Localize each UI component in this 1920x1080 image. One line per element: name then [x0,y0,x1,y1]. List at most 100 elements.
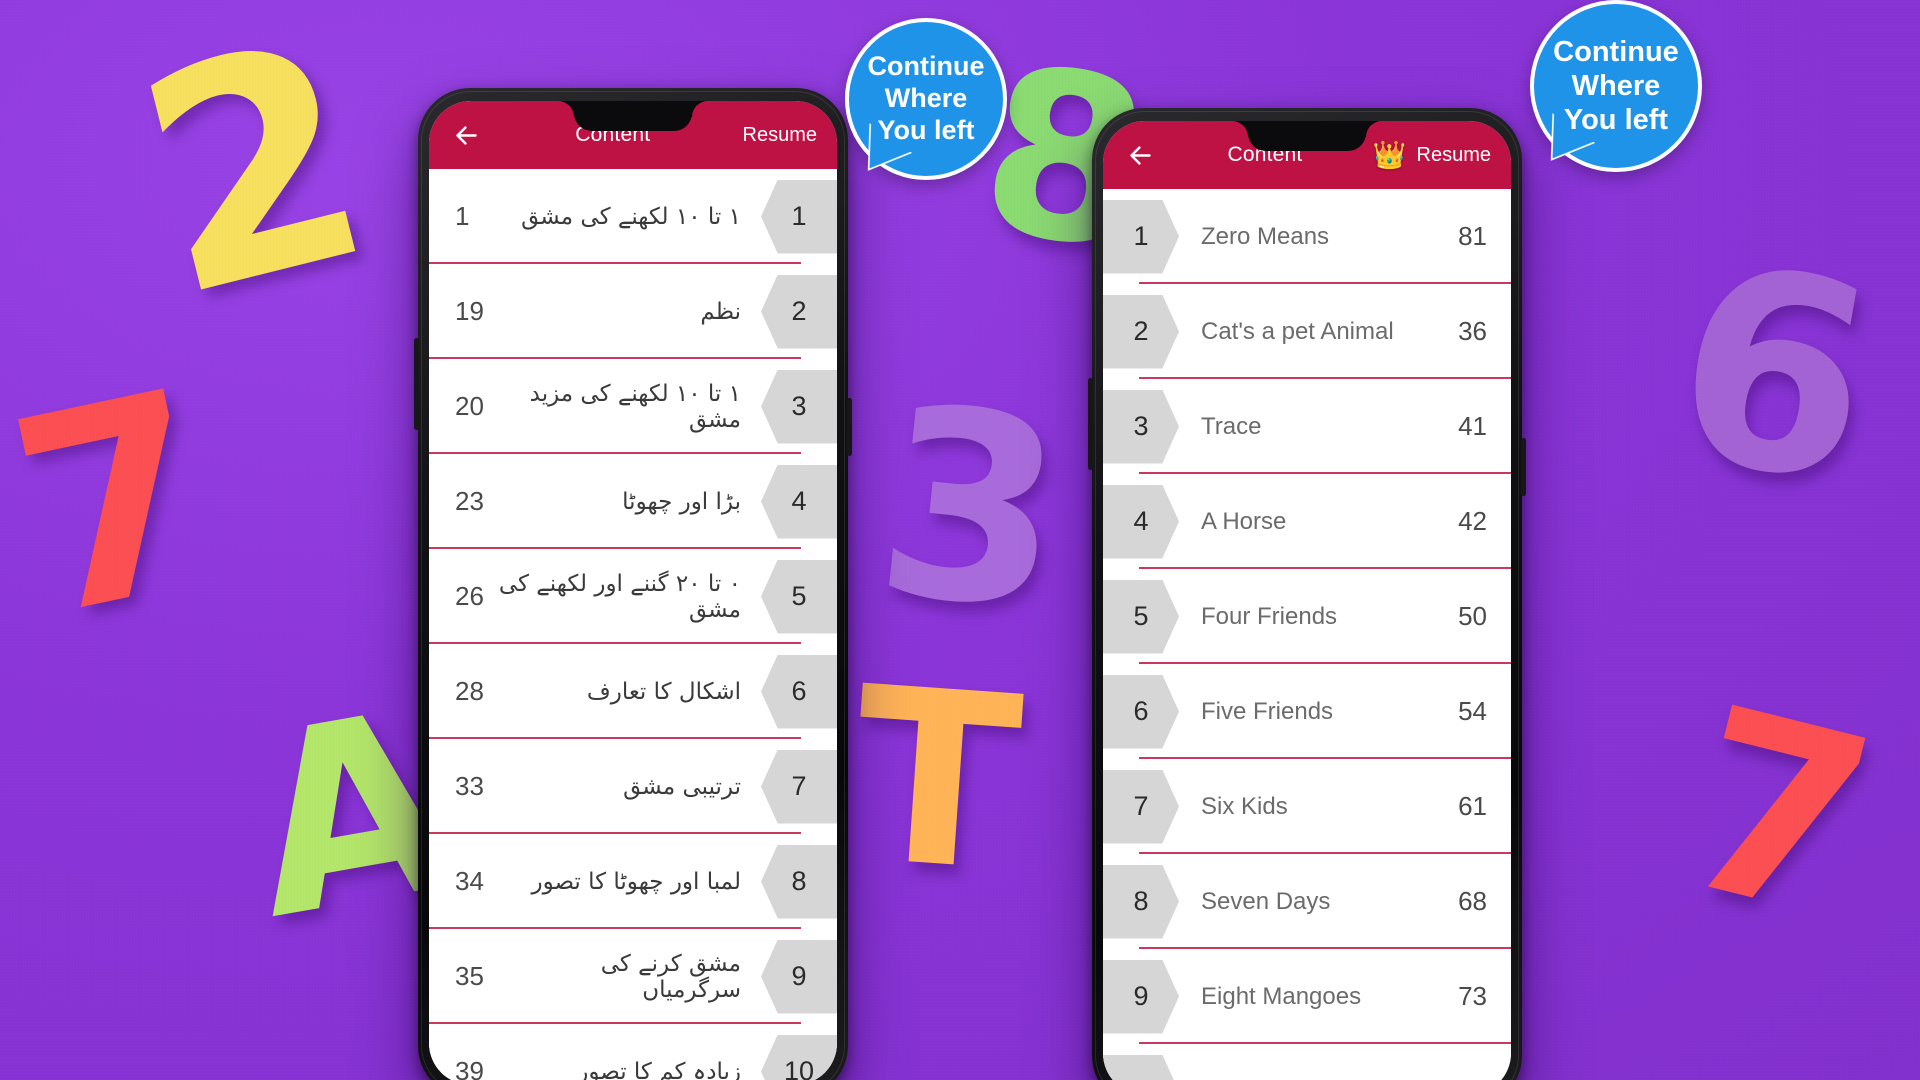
list-item[interactable]: 4 بڑا اور چھوٹا 23 [429,454,837,549]
item-index-badge: 5 [761,559,837,634]
item-page-number: 61 [1458,791,1487,821]
callout-line: Where [884,83,968,114]
item-page-number: 20 [455,391,484,421]
callout-text-right: Continue Where You left [1553,35,1679,138]
item-index-badge: 5 [1103,579,1179,654]
list-item[interactable]: 6 Five Friends 54 [1103,664,1511,759]
list-item[interactable]: 9 مشق کرنے کی سرگرمیاں 35 [429,929,837,1024]
item-page-number: 36 [1458,316,1487,346]
content-list-right[interactable]: 1 Zero Means 81 2 Cat's a pet Animal 36 3 Trace… [1103,189,1511,1080]
item-title: زیادہ کم کا تصور [577,1058,741,1080]
back-icon[interactable] [1123,138,1157,172]
item-index-badge: 3 [761,369,837,444]
volume-button-right[interactable] [1088,378,1093,470]
list-item[interactable]: 1 Zero Means 81 [1103,189,1511,284]
power-button-left[interactable] [847,398,852,456]
callout-line: Continue [867,51,985,82]
list-item[interactable]: 1 ۱ تا ۱۰ لکھنے کی مشق 1 [429,169,837,264]
item-index-badge: 8 [1103,864,1179,939]
callout-line: Continue [1553,35,1679,68]
callout-line: You left [1563,104,1669,137]
list-item[interactable]: 10 زیادہ کم کا تصور 39 [429,1024,837,1080]
list-item[interactable]: 8 Seven Days 68 [1103,854,1511,949]
list-item[interactable]: 10Nine People78 [1103,1044,1511,1080]
item-title: ۱ تا ۱۰ لکھنے کی مشق [521,203,741,230]
item-index-badge: 1 [761,179,837,254]
item-title: اشکال کا تعارف [586,678,741,705]
item-title: بڑا اور چھوٹا [622,488,741,515]
callout-line: You left [877,114,975,145]
item-title: ترتیبی مشق [623,773,741,800]
list-item[interactable]: 7 Six Kids 61 [1103,759,1511,854]
item-page-number: 33 [455,771,484,801]
item-index-badge: 6 [1103,674,1179,749]
item-title: Five Friends [1201,697,1334,725]
power-button-right[interactable] [1521,438,1526,496]
decor-glyph-t-5: T [845,634,1029,926]
list-item[interactable]: 2 نظم 19 [429,264,837,359]
content-list-left[interactable]: 1 ۱ تا ۱۰ لکھنے کی مشق 1 2 نظم 19 3 ۱ تا ۱۰ لکھ… [429,169,837,1080]
item-title: Seven Days [1201,887,1331,915]
item-index-badge: 4 [1103,484,1179,559]
item-page-number: 42 [1458,506,1487,536]
item-index-badge: 2 [761,274,837,349]
list-item[interactable]: 8 لمبا اور چھوٹا کا تصور 34 [429,834,837,929]
item-title: Six Kids [1201,792,1288,820]
item-title: Trace [1201,412,1262,440]
list-item[interactable]: 6 اشکال کا تعارف 28 [429,644,837,739]
list-item[interactable]: 9 Eight Mangoes 73 [1103,949,1511,1044]
phone-mockup-right: Content 👑 Resume 1 Zero Means 81 2 Cat's a p… [1088,108,1526,1080]
notch-right [1248,121,1366,151]
item-page-number: 19 [455,296,484,326]
item-index-badge: 6 [761,654,837,729]
item-index-badge: 8 [761,844,837,919]
volume-button-left[interactable] [414,338,419,430]
item-index-badge: 10 [1103,1054,1179,1080]
notch-left [574,101,692,131]
list-item[interactable]: 5 Four Friends 50 [1103,569,1511,664]
item-page-number: 23 [455,486,484,516]
item-page-number: 81 [1458,221,1487,251]
decor-glyph-7-1: 7 [0,330,239,679]
item-page-number: 68 [1458,886,1487,916]
resume-button[interactable]: Resume [1417,144,1491,167]
item-title: Eight Mangoes [1201,982,1362,1010]
crown-icon[interactable]: 👑 [1373,141,1407,169]
item-title: مشق کرنے کی سرگرمیاں [600,950,741,1003]
item-page-number: 73 [1458,981,1487,1011]
list-item[interactable]: 5 ۰ تا ۲۰ گننے اور لکھنے کی مشق 26 [429,549,837,644]
item-index-badge: 9 [761,939,837,1014]
decor-glyph-3-4: 3 [864,350,1077,670]
callout-bubble-right: Continue Where You left [1530,0,1702,174]
item-page-number: 78 [1458,1076,1511,1080]
item-title: A Horse [1201,507,1287,535]
item-index-badge: 9 [1103,959,1179,1034]
resume-button[interactable]: Resume [743,124,817,147]
callout-line: Where [1571,69,1661,102]
list-item[interactable]: 7 ترتیبی مشق 33 [429,739,837,834]
item-index-badge: 2 [1103,294,1179,369]
list-item[interactable]: 4 A Horse 42 [1103,474,1511,569]
list-item[interactable]: 2 Cat's a pet Animal 36 [1103,284,1511,379]
list-item[interactable]: 3 ۱ تا ۱۰ لکھنے کی مزید مشق 20 [429,359,837,454]
phone-screen-right: Content 👑 Resume 1 Zero Means 81 2 Cat's a p… [1103,121,1511,1080]
item-index-badge: 10 [761,1034,837,1080]
decor-glyph-2-0: 2 [110,0,398,365]
callout-bubble-left: Continue Where You left [845,18,1007,184]
item-page-number: 35 [455,961,484,991]
phone-screen-left: Content Resume 1۱ تا ۱۰ لکھنے کی مشق 1 2 نظ… [429,101,837,1080]
list-item[interactable]: 3 Trace 41 [1103,379,1511,474]
item-title: ۰ تا ۲۰ گننے اور لکھنے کی مشق [498,570,741,623]
item-page-number: 50 [1458,601,1487,631]
item-page-number: 54 [1458,696,1487,726]
item-index-badge: 1 [1103,199,1179,274]
item-page-number: 34 [455,866,484,896]
decor-glyph-7-7: 7 [1657,652,1897,977]
phone-mockup-left: Content Resume 1۱ تا ۱۰ لکھنے کی مشق 1 2 نظ… [414,88,852,1080]
item-index-badge: 3 [1103,389,1179,464]
item-page-number: 1 [455,201,470,231]
item-title: لمبا اور چھوٹا کا تصور [531,868,741,895]
callout-text-left: Continue Where You left [868,51,985,147]
item-page-number: 39 [455,1056,484,1080]
back-icon[interactable] [449,118,483,152]
